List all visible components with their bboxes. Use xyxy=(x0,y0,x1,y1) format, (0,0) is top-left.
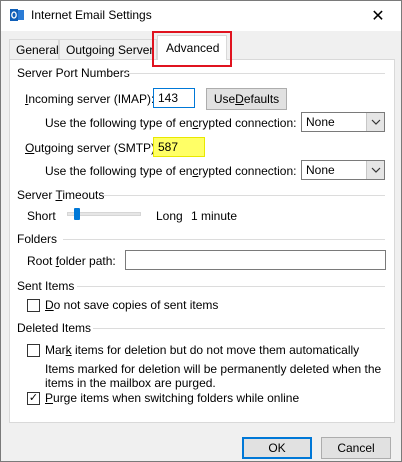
deletion-note-line-1: Items marked for deletion will be perman… xyxy=(45,362,382,376)
folders-heading: Folders xyxy=(17,232,58,246)
purge-items-label: Purge items when switching folders while… xyxy=(45,391,300,405)
title-bar: Internet Email Settings ✕ xyxy=(1,1,401,31)
incoming-encryption-select[interactable]: None xyxy=(301,112,385,132)
timeout-short-label: Short xyxy=(27,209,56,223)
incoming-server-port-input[interactable]: 143 xyxy=(153,88,195,108)
server-timeouts-heading: Server Timeouts xyxy=(17,188,105,202)
ok-button[interactable]: OK xyxy=(242,437,312,459)
cancel-button[interactable]: Cancel xyxy=(321,437,391,459)
group-divider xyxy=(93,328,385,329)
group-divider xyxy=(103,195,385,196)
group-divider xyxy=(77,286,385,287)
window-title: Internet Email Settings xyxy=(31,8,152,22)
deleted-items-heading: Deleted Items xyxy=(17,321,92,335)
chevron-down-icon xyxy=(366,113,384,131)
root-folder-path-input[interactable] xyxy=(125,250,386,270)
mark-for-deletion-label: Mark items for deletion but do not move … xyxy=(45,343,360,357)
purge-items-checkbox[interactable]: ✓ xyxy=(27,392,40,405)
incoming-encryption-label: Use the following type of encrypted conn… xyxy=(45,116,297,130)
outlook-app-icon xyxy=(9,7,25,23)
timeout-value-label: 1 minute xyxy=(191,209,238,223)
mark-for-deletion-checkbox[interactable] xyxy=(27,344,40,357)
tab-advanced[interactable]: Advanced xyxy=(157,35,227,60)
do-not-save-sent-checkbox[interactable] xyxy=(27,299,40,312)
timeout-long-label: Long xyxy=(156,209,183,223)
chevron-down-icon xyxy=(366,161,384,179)
close-button[interactable]: ✕ xyxy=(355,1,401,31)
incoming-server-label: Incoming server (IMAP): xyxy=(25,92,155,106)
group-divider xyxy=(125,73,385,74)
server-port-numbers-heading: Server Port Numbers xyxy=(17,66,130,80)
sent-items-heading: Sent Items xyxy=(17,279,75,293)
outgoing-server-port-input[interactable]: 587 xyxy=(153,137,205,157)
outgoing-encryption-label: Use the following type of encrypted conn… xyxy=(45,164,297,178)
tab-strip: General Outgoing Server Advanced xyxy=(1,31,401,60)
group-divider xyxy=(63,239,385,240)
root-folder-path-label: Root folder path: xyxy=(27,254,116,268)
outgoing-server-label: Outgoing server (SMTP): xyxy=(25,141,159,155)
deletion-note-line-2: items in the mailbox are purged. xyxy=(45,376,216,390)
timeout-slider-thumb[interactable] xyxy=(73,208,80,220)
outgoing-encryption-select[interactable]: None xyxy=(301,160,385,180)
internet-email-settings-dialog: Internet Email Settings ✕ General Outgoi… xyxy=(0,0,402,462)
tab-outgoing-server[interactable]: Outgoing Server xyxy=(59,39,157,59)
do-not-save-sent-label: Do not save copies of sent items xyxy=(45,298,219,312)
tab-general[interactable]: General xyxy=(9,39,59,59)
use-defaults-button[interactable]: Use Defaults xyxy=(206,88,287,110)
